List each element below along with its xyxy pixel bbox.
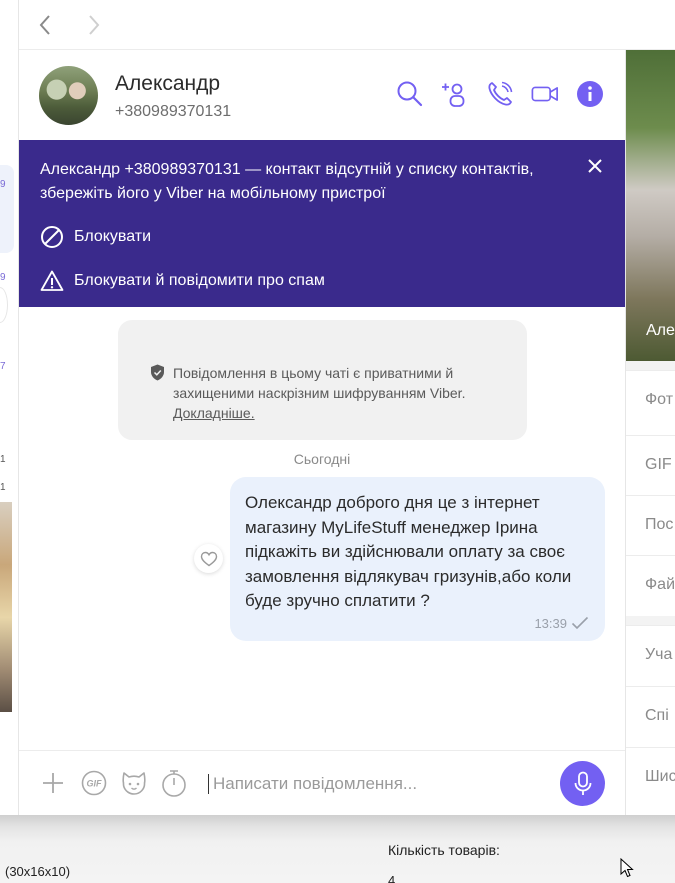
info-button[interactable] <box>576 80 604 108</box>
privacy-notice: Повідомлення в цьому чаті є приватними й… <box>118 320 527 440</box>
chat-list-fragment: 1 <box>0 482 6 493</box>
svg-text:GIF: GIF <box>87 779 103 789</box>
search-button[interactable] <box>396 80 424 108</box>
back-button[interactable] <box>33 13 57 37</box>
voice-message-button[interactable] <box>560 761 605 806</box>
contact-photo[interactable] <box>626 50 675 361</box>
privacy-message: Повідомлення в цьому чаті є приватними й… <box>173 365 466 401</box>
sticker-button[interactable] <box>120 769 148 797</box>
warning-icon <box>40 269 64 293</box>
chat-list-fragment: 1 <box>0 454 6 465</box>
video-call-button[interactable] <box>531 80 559 108</box>
message-composer: GIF <box>19 750 625 815</box>
panel-item-photos[interactable]: Фот <box>626 370 675 430</box>
panel-item-links[interactable]: Пос <box>626 495 675 555</box>
chat-info-panel: Але Фот GIF Пос Фай Уча Спі Шис <box>625 50 675 815</box>
contact-name[interactable]: Александр <box>115 72 220 96</box>
chat-list-image <box>0 502 12 712</box>
panel-item-gifs[interactable]: GIF <box>626 435 675 495</box>
privacy-text: Повідомлення в цьому чаті є приватними й… <box>173 363 503 423</box>
like-button[interactable] <box>194 544 223 573</box>
block-button[interactable]: Блокувати <box>40 224 151 250</box>
message-time: 13:39 <box>534 616 567 631</box>
contact-photo-label: Але <box>646 322 675 339</box>
outgoing-message[interactable]: Олександр доброго дня це з інтернет мага… <box>230 477 605 641</box>
plus-icon <box>43 773 63 793</box>
quantity-label: Кількість товарів: <box>388 842 500 858</box>
unknown-contact-banner: Александр +380989370131 — контакт відсут… <box>19 140 625 307</box>
chat-list-strip: 9 9 7 1 1 <box>0 0 19 815</box>
top-nav-bar <box>19 0 675 50</box>
mouse-cursor-icon <box>620 858 634 878</box>
checkmark-icon <box>571 616 589 630</box>
info-icon <box>577 81 603 107</box>
viber-window: 9 9 7 1 1 Александр +380989370131 Алекса… <box>0 0 675 883</box>
panel-item-common-groups[interactable]: Спі <box>626 686 675 746</box>
background-webpage: (30x16x10) Кількість товарів: 4 <box>0 815 675 883</box>
block-report-label: Блокувати й повідомити про спам <box>74 272 325 289</box>
panel-item-encryption[interactable]: Шис <box>626 747 675 807</box>
contact-avatar[interactable] <box>39 66 98 125</box>
contact-phone: +380989370131 <box>115 103 232 120</box>
heart-icon <box>200 551 217 566</box>
banner-text: Александр +380989370131 — контакт відсут… <box>40 161 534 202</box>
panel-divider <box>626 361 675 370</box>
microphone-icon <box>574 771 591 795</box>
call-icon <box>488 81 513 106</box>
chat-list-fragment: 7 <box>0 361 6 372</box>
learn-more-link[interactable]: Докладніше. <box>173 405 255 421</box>
message-area[interactable]: Повідомлення в цьому чаті є приватними й… <box>19 307 625 750</box>
panel-item-files[interactable]: Фай <box>626 555 675 615</box>
add-participant-icon <box>442 83 465 107</box>
search-icon <box>397 81 423 107</box>
block-label: Блокувати <box>74 228 152 245</box>
forward-button[interactable] <box>82 13 106 37</box>
chat-list-fragment: 9 <box>0 179 6 190</box>
chat-header: Александр +380989370131 <box>19 50 625 140</box>
block-icon <box>40 225 64 249</box>
chevron-left-icon <box>39 15 50 35</box>
sticker-icon <box>122 772 146 795</box>
video-call-icon <box>531 86 558 102</box>
product-dimensions: (30x16x10) <box>5 864 71 879</box>
chevron-right-icon <box>89 15 100 35</box>
block-report-button[interactable]: Блокувати й повідомити про спам <box>40 268 325 294</box>
close-icon <box>588 159 602 173</box>
panel-divider <box>626 616 675 625</box>
panel-item-participants[interactable]: Уча <box>626 625 675 685</box>
date-separator: Сьогодні <box>293 451 351 467</box>
gif-button[interactable]: GIF <box>80 769 108 797</box>
add-participant-button[interactable] <box>440 80 468 108</box>
call-button[interactable] <box>486 80 514 108</box>
banner-close-button[interactable] <box>585 156 605 176</box>
chat-list-avatar <box>0 287 8 323</box>
attach-button[interactable] <box>39 769 67 797</box>
shield-icon <box>151 364 164 381</box>
timer-icon <box>162 770 186 797</box>
chat-list-fragment: 9 <box>0 272 6 283</box>
message-input[interactable] <box>213 771 543 797</box>
quantity-value: 4 <box>388 873 396 883</box>
gif-icon: GIF <box>81 770 107 796</box>
timer-button[interactable] <box>160 769 188 797</box>
text-caret <box>208 774 209 794</box>
message-text: Олександр доброго дня це з інтернет мага… <box>245 493 572 610</box>
